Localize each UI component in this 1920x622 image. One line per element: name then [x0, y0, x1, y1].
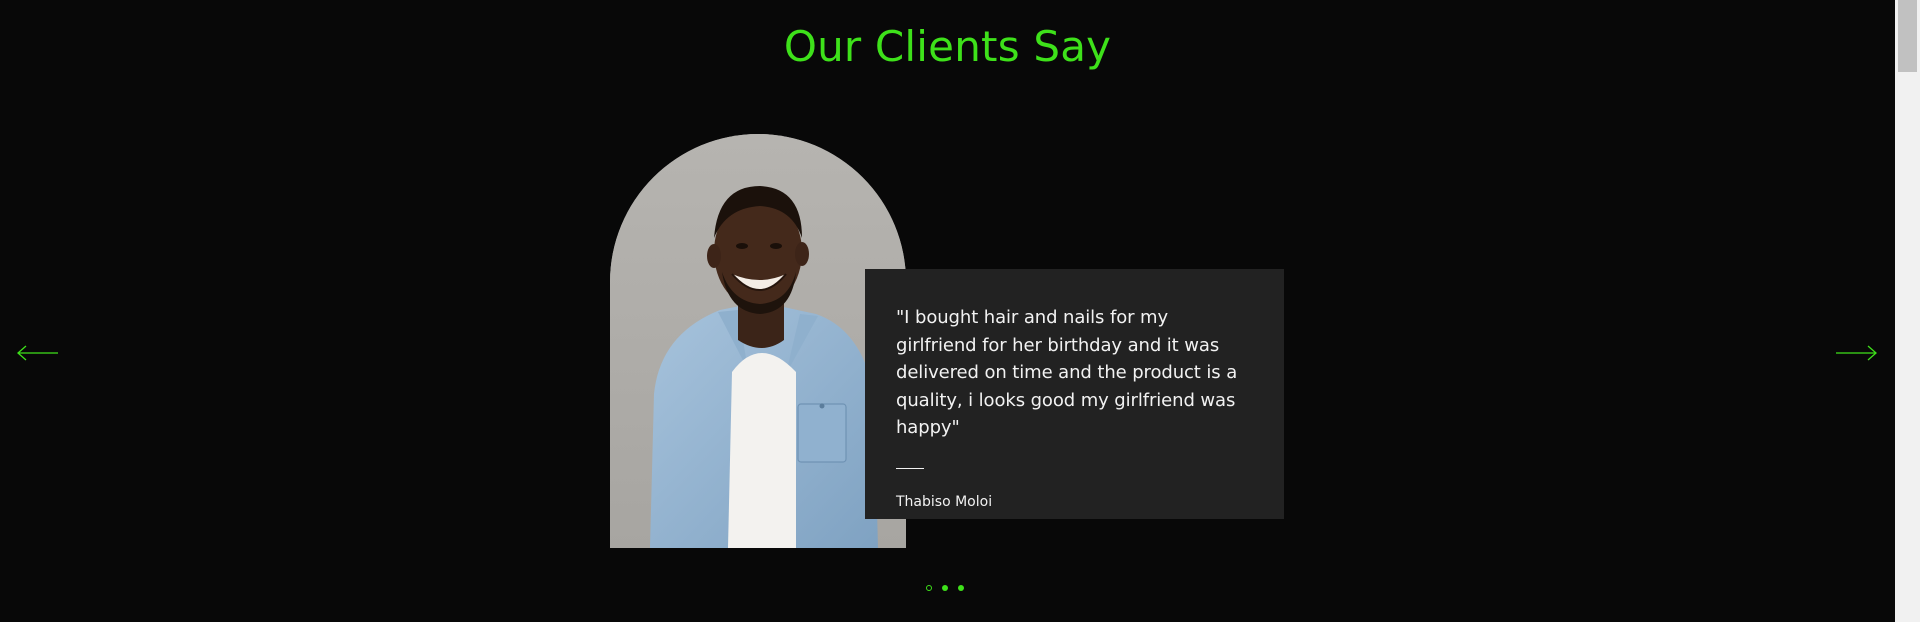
testimonial-card: "I bought hair and nails for my girlfrie… [865, 269, 1284, 519]
arrow-right-icon [1836, 345, 1877, 361]
slide-dot-2[interactable] [942, 585, 948, 591]
previous-slide-button[interactable] [17, 339, 59, 367]
slide-dot-1[interactable] [926, 585, 932, 591]
scrollbar-thumb[interactable] [1898, 0, 1917, 72]
scrollbar[interactable] [1895, 0, 1920, 622]
divider [896, 467, 924, 469]
next-slide-button[interactable] [1835, 339, 1877, 367]
arrow-left-icon [17, 345, 58, 361]
testimonial-quote: "I bought hair and nails for my girlfrie… [896, 307, 1238, 438]
testimonial-author: Thabiso Moloi [896, 493, 993, 510]
section-title: Our Clients Say [783, 22, 1112, 71]
slide-indicator [926, 585, 964, 591]
testimonials-section: Our Clients Say "I bought hair and nails… [0, 0, 1920, 622]
slide-dot-3[interactable] [958, 585, 964, 591]
client-photo [610, 134, 906, 548]
